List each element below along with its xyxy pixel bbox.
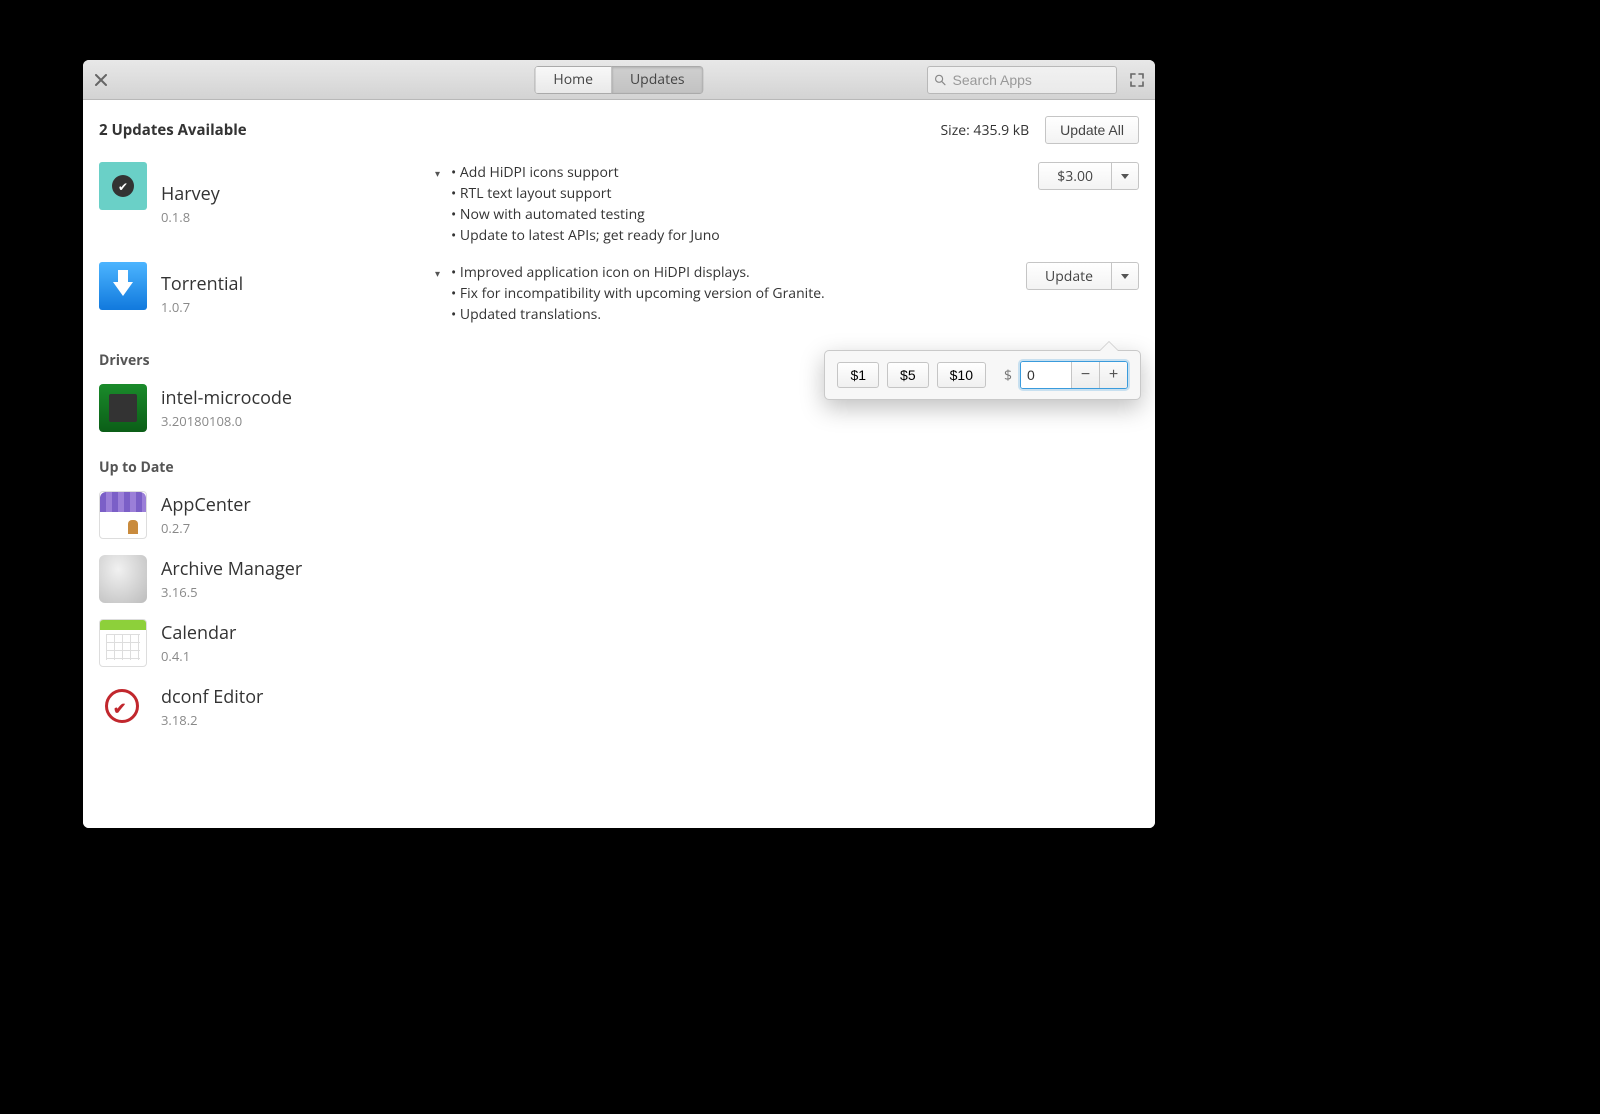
price-button-dropdown[interactable]: [1111, 162, 1139, 190]
app-version: 1.0.7: [161, 298, 411, 316]
changelog-item: Add HiDPI icons support: [451, 162, 720, 183]
app-meta: Torrential 1.0.7: [161, 262, 411, 325]
content-area: 2 Updates Available Size: 435.9 kB Updat…: [83, 100, 1155, 828]
app-version: 0.1.8: [161, 208, 411, 226]
changelog-harvey: Add HiDPI icons support RTL text layout …: [451, 162, 720, 246]
update-button-dropdown[interactable]: [1111, 262, 1139, 290]
price-button-harvey: $3.00: [1038, 162, 1139, 190]
updates-header: 2 Updates Available Size: 435.9 kB Updat…: [83, 100, 1155, 154]
changelog-caret-icon[interactable]: ▾: [435, 262, 447, 325]
app-row-appcenter[interactable]: AppCenter 0.2.7: [83, 483, 1155, 547]
search-box[interactable]: [927, 66, 1117, 94]
view-tabs: Home Updates: [534, 66, 703, 94]
header-toolbar: Home Updates: [83, 60, 1155, 100]
price-picker-popover: $1 $5 $10 $ − +: [824, 350, 1141, 400]
app-name: Torrential: [161, 272, 411, 296]
app-row-dconf[interactable]: dconf Editor 3.18.2: [83, 675, 1155, 739]
app-version: 0.4.1: [161, 647, 411, 665]
close-icon: [95, 74, 107, 86]
changelog-caret-icon[interactable]: ▾: [435, 162, 447, 246]
changelog-item: Updated translations.: [451, 304, 825, 325]
update-button-main[interactable]: Update: [1026, 262, 1111, 290]
currency-label: $: [1004, 366, 1012, 385]
app-version: 0.2.7: [161, 519, 411, 537]
app-icon-harvey: [99, 162, 147, 210]
changelog-item: Now with automated testing: [451, 204, 720, 225]
tab-updates[interactable]: Updates: [611, 66, 704, 94]
changelog-torrential: Improved application icon on HiDPI displ…: [451, 262, 825, 325]
app-icon-dconf-editor: [99, 683, 147, 731]
updates-count: 2 Updates Available: [99, 120, 247, 140]
changelog-item: RTL text layout support: [451, 183, 720, 204]
app-icon-appcenter: [99, 491, 147, 539]
maximize-button[interactable]: [1127, 70, 1147, 90]
price-preset-1[interactable]: $1: [837, 362, 879, 388]
app-version: 3.18.2: [161, 711, 411, 729]
app-row-archive[interactable]: Archive Manager 3.16.5: [83, 547, 1155, 611]
price-increment-button[interactable]: +: [1099, 362, 1127, 388]
app-icon-intel-microcode: [99, 384, 147, 432]
app-icon-archive-manager: [99, 555, 147, 603]
app-name: AppCenter: [161, 493, 411, 517]
price-decrement-button[interactable]: −: [1071, 362, 1099, 388]
price-preset-5[interactable]: $5: [887, 362, 929, 388]
app-icon-torrential: [99, 262, 147, 310]
search-input[interactable]: [953, 72, 1110, 88]
custom-price-spinner: − +: [1020, 361, 1128, 389]
app-version: 3.20180108.0: [161, 412, 411, 430]
changelog-item: Fix for incompatibility with upcoming ve…: [451, 283, 825, 304]
app-meta: Harvey 0.1.8: [161, 162, 411, 246]
update-row-torrential[interactable]: Torrential 1.0.7 ▾ Improved application …: [83, 254, 1155, 333]
app-name: Calendar: [161, 621, 411, 645]
app-row-calendar[interactable]: Calendar 0.4.1: [83, 611, 1155, 675]
chevron-down-icon: [1121, 274, 1129, 279]
tab-home[interactable]: Home: [534, 66, 611, 94]
app-name: Archive Manager: [161, 557, 411, 581]
update-row-harvey[interactable]: Harvey 0.1.8 ▾ Add HiDPI icons support R…: [83, 154, 1155, 254]
maximize-icon: [1130, 73, 1144, 87]
app-version: 3.16.5: [161, 583, 411, 601]
chevron-down-icon: [1121, 174, 1129, 179]
changelog-item: Improved application icon on HiDPI displ…: [451, 262, 825, 283]
section-uptodate-title: Up to Date: [83, 440, 1155, 483]
updates-size: Size: 435.9 kB: [940, 121, 1029, 140]
search-icon: [934, 73, 947, 87]
app-name: Harvey: [161, 182, 411, 206]
changelog-item: Update to latest APIs; get ready for Jun…: [451, 225, 720, 246]
price-button-main[interactable]: $3.00: [1038, 162, 1111, 190]
appcenter-window: Home Updates 2 Updates Available Size: 4…: [83, 60, 1155, 828]
app-icon-calendar: [99, 619, 147, 667]
price-preset-10[interactable]: $10: [937, 362, 986, 388]
app-name: dconf Editor: [161, 685, 411, 709]
app-name: intel-microcode: [161, 386, 411, 410]
custom-price-input[interactable]: [1021, 362, 1071, 388]
toolbar-right: [927, 66, 1147, 94]
update-button-torrential: Update: [1026, 262, 1139, 290]
close-button[interactable]: [91, 70, 111, 90]
update-all-button[interactable]: Update All: [1045, 116, 1139, 144]
